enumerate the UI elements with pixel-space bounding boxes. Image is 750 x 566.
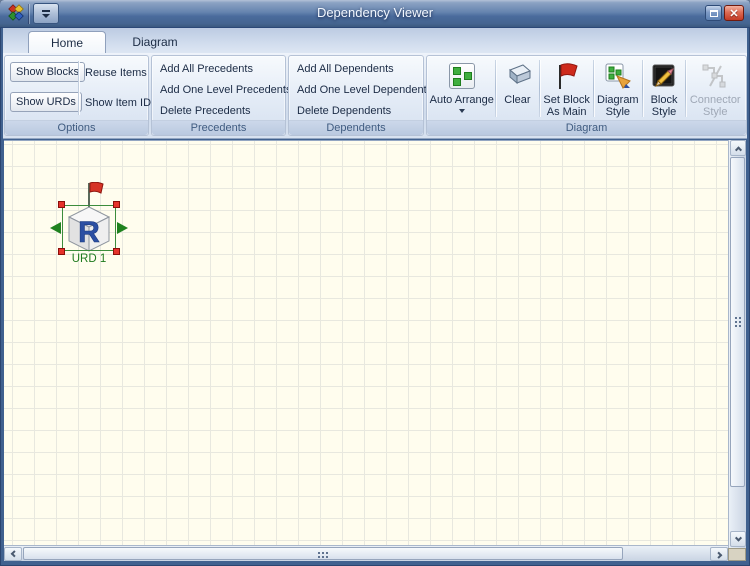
delete-dependents-button[interactable]: Delete Dependents — [297, 105, 391, 117]
red-flag-icon — [554, 62, 580, 90]
close-icon: ✕ — [729, 7, 738, 20]
style-brush-icon — [604, 62, 632, 90]
auto-arrange-dropdown-arrow[interactable] — [459, 109, 465, 113]
tab-home[interactable]: Home — [28, 31, 106, 53]
delete-precedents-button[interactable]: Delete Precedents — [160, 105, 251, 117]
maximize-icon — [710, 10, 718, 17]
add-one-level-precedents-button[interactable]: Add One Level Precedents — [160, 84, 291, 96]
ribbon-tab-bar: Home Diagram — [3, 28, 747, 53]
ribbon: Show Blocks Show URDs Reuse Items Show I… — [3, 53, 747, 139]
auto-arrange-blocks-icon — [449, 63, 475, 89]
group-divider — [78, 61, 79, 115]
diagram-canvas[interactable]: R URD 1 — [4, 140, 728, 545]
show-blocks-button[interactable]: Show Blocks — [10, 62, 85, 82]
resize-handle-top-left[interactable] — [58, 201, 65, 208]
maximize-button[interactable] — [705, 5, 722, 21]
horizontal-scrollbar-thumb[interactable] — [23, 547, 623, 560]
group-caption-diagram: Diagram — [427, 120, 746, 135]
group-caption-options: Options — [5, 120, 148, 135]
close-button[interactable]: ✕ — [724, 5, 744, 21]
eraser-icon — [503, 63, 531, 89]
thumb-grip — [318, 552, 320, 554]
horizontal-scrollbar[interactable] — [4, 545, 728, 561]
connector-style-button: Connector Style — [686, 57, 744, 120]
block-style-button[interactable]: Block Style — [643, 57, 686, 120]
app-window: Dependency Viewer ✕ Home Diagram Show Bl… — [0, 0, 750, 566]
vertical-scrollbar[interactable] — [728, 140, 746, 548]
ribbon-group-dependents: Add All Dependents Add One Level Depende… — [288, 55, 424, 136]
resize-corner[interactable] — [728, 548, 746, 561]
diagram-style-button[interactable]: Diagram Style — [594, 57, 642, 120]
ribbon-group-precedents: Add All Precedents Add One Level Precede… — [151, 55, 286, 136]
add-one-level-dependents-button[interactable]: Add One Level Dependents — [297, 84, 432, 96]
show-urds-button[interactable]: Show URDs — [10, 92, 82, 112]
add-all-precedents-button[interactable]: Add All Precedents — [160, 63, 253, 75]
chevron-up-icon — [734, 146, 741, 153]
pencil-block-icon — [650, 62, 678, 90]
thumb-grip — [735, 317, 737, 319]
ribbon-group-diagram: Auto Arrange Clear — [426, 55, 747, 136]
connector-handle-right[interactable] — [117, 222, 128, 234]
reuse-items-button[interactable]: Reuse Items — [85, 67, 147, 79]
scroll-right-button[interactable] — [710, 547, 728, 561]
tab-diagram[interactable]: Diagram — [111, 31, 199, 53]
clear-button[interactable]: Clear — [496, 57, 540, 120]
auto-arrange-button[interactable]: Auto Arrange — [429, 57, 495, 120]
group-caption-dependents: Dependents — [289, 120, 423, 135]
chevron-down-icon — [734, 534, 741, 541]
add-all-dependents-button[interactable]: Add All Dependents — [297, 63, 394, 75]
chevron-right-icon — [715, 551, 722, 558]
titlebar[interactable]: Dependency Viewer ✕ — [0, 0, 750, 28]
resize-handle-top-right[interactable] — [113, 201, 120, 208]
urd-block[interactable]: R URD 1 — [62, 205, 116, 251]
chevron-left-icon — [10, 550, 17, 557]
scroll-down-button[interactable] — [730, 531, 746, 547]
group-caption-precedents: Precedents — [152, 120, 285, 135]
set-block-as-main-button[interactable]: Set Block As Main — [540, 57, 593, 120]
scroll-up-button[interactable] — [730, 140, 746, 156]
ribbon-group-options: Show Blocks Show URDs Reuse Items Show I… — [4, 55, 149, 136]
show-item-id-button[interactable]: Show Item ID — [85, 97, 151, 109]
connector-handle-left[interactable] — [50, 222, 61, 234]
window-title: Dependency Viewer — [0, 5, 750, 20]
vertical-scrollbar-thumb[interactable] — [730, 157, 745, 487]
block-label: URD 1 — [52, 253, 126, 265]
selection-rectangle — [62, 205, 116, 251]
connector-icon — [701, 62, 729, 90]
scroll-left-button[interactable] — [4, 547, 22, 561]
